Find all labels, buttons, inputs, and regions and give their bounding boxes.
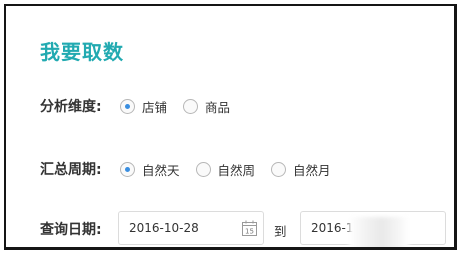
start-date-input[interactable]: 2016-10-28 15 [118, 211, 264, 245]
radio-shop[interactable] [120, 98, 135, 114]
start-date-value: 2016-10-28 [129, 221, 199, 235]
period-option-month[interactable]: 自然月 [271, 160, 331, 179]
radio-day[interactable] [120, 161, 135, 177]
blurred-overlay [349, 217, 409, 247]
radio-week[interactable] [195, 161, 211, 177]
dimension-label: 分析维度: [40, 99, 102, 115]
dimension-option-shop-label: 店铺 [142, 99, 168, 115]
period-option-week[interactable]: 自然周 [195, 160, 256, 179]
dimension-option-shop[interactable]: 店铺 [120, 97, 167, 116]
query-date-label: 查询日期: [40, 222, 102, 238]
radio-product[interactable] [183, 98, 199, 114]
dimension-option-product-label: 商品 [205, 99, 231, 115]
period-option-week-label: 自然周 [217, 162, 256, 178]
dimension-row: 分析维度: 店铺 商品 [40, 94, 246, 118]
calendar-icon[interactable]: 15 [242, 220, 257, 236]
period-option-month-label: 自然月 [293, 162, 331, 178]
period-option-day-label: 自然天 [142, 162, 180, 178]
page-title: 我要取数 [40, 40, 124, 64]
period-label: 汇总周期: [40, 162, 102, 178]
period-row: 汇总周期: 自然天 自然周 自然月 [40, 157, 347, 181]
radio-month[interactable] [271, 161, 287, 177]
date-range-separator: 到 [274, 224, 287, 239]
period-option-day[interactable]: 自然天 [120, 160, 180, 179]
calendar-icon-day: 15 [245, 228, 254, 236]
end-date-value: 2016-1 [311, 221, 354, 235]
query-date-row: 查询日期: [40, 217, 120, 241]
dimension-option-product[interactable]: 商品 [183, 97, 230, 116]
extraction-panel: 我要取数 分析维度: 店铺 商品 汇总周期: 自然天 自然周 自然月 查询日期: [4, 4, 457, 250]
